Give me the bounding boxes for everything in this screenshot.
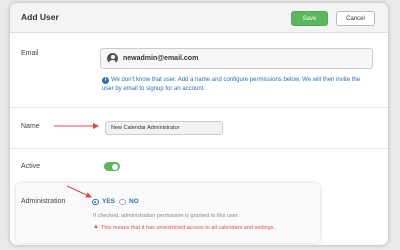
administration-annotation-arrow [66,185,92,198]
annotation-arrows [54,123,99,198]
